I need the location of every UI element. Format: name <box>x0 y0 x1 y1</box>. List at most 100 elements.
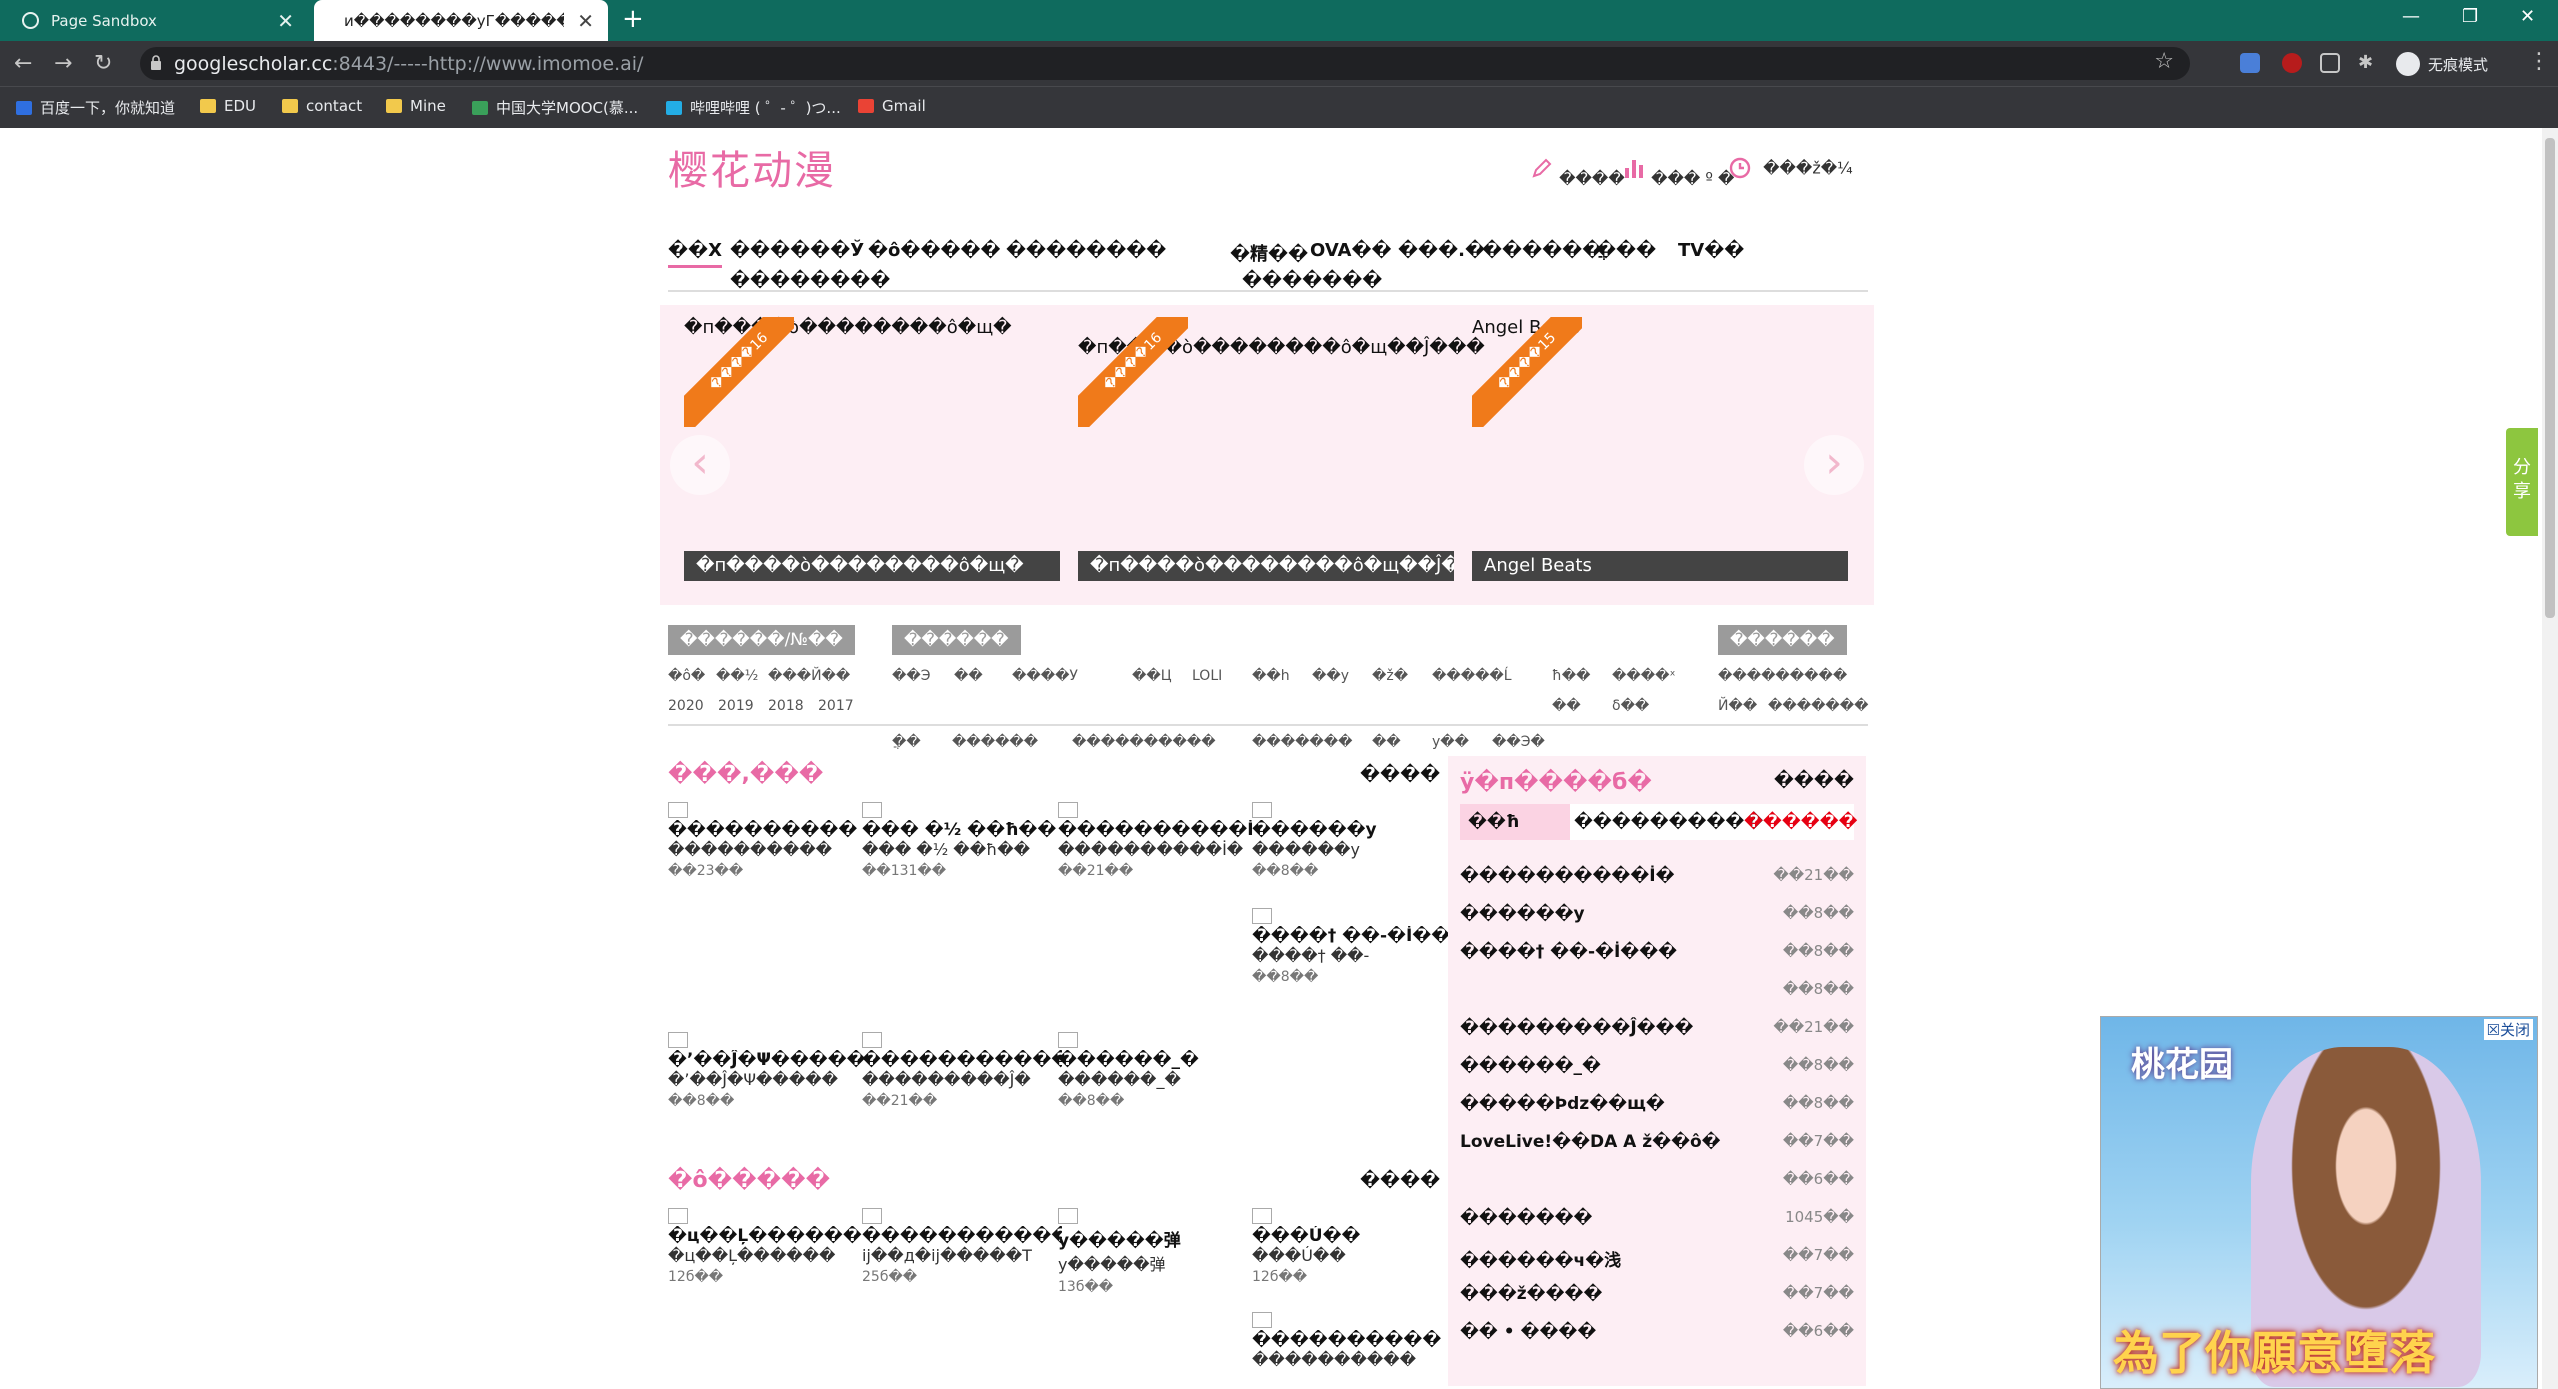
ranking-row[interactable]: ����† ��-�İ��� ��8�� <box>1460 942 1854 966</box>
filter-link[interactable]: ��у <box>1312 668 1349 684</box>
bookmark-bilibili[interactable]: 哔哩哔哩 ( ゜- ゜)つ... <box>666 97 841 118</box>
ranking-row[interactable]: ��6�� <box>1460 1170 1854 1194</box>
bookmark-mine[interactable]: Mine <box>386 97 446 115</box>
anime-card[interactable]: ������у ������у ��8�� <box>1252 802 1452 879</box>
url-text[interactable]: googlescholar.cc:8443/-----http://www.im… <box>174 53 643 75</box>
filter-link[interactable]: �� <box>954 668 983 684</box>
anime-card[interactable]: ����������İ� ����������İ� ��21�� <box>1058 802 1258 879</box>
nav-item[interactable]: �������� <box>730 270 890 291</box>
top-link-ranking[interactable]: ��� º � <box>1622 156 1734 188</box>
page-scrollbar[interactable] <box>2542 128 2558 1389</box>
filter-year-link[interactable]: 2019 <box>718 698 754 714</box>
omnibox[interactable]: googlescholar.cc:8443/-----http://www.im… <box>140 47 2190 80</box>
ranking-tab[interactable]: ������ <box>1744 812 1858 832</box>
bookmark-mooc[interactable]: 中国大学MOOC(慕... <box>472 97 638 118</box>
ranking-row[interactable]: ������� 1045�� <box>1460 1208 1854 1232</box>
scrollbar-thumb[interactable] <box>2545 138 2555 618</box>
anime-card[interactable]: ������������� ���������Ĵ� ��21�� <box>862 1032 1062 1109</box>
anime-card[interactable]: ���Ú�� ���Ú�� 12б�� <box>1252 1208 1452 1285</box>
filter-link[interactable]: �����Ĺ <box>1432 668 1512 684</box>
filter-link[interactable]: �ô� <box>668 668 705 684</box>
back-arrow-icon[interactable]: ← <box>14 51 32 76</box>
ranking-row[interactable]: ��8�� <box>1460 980 1854 1004</box>
reload-icon[interactable]: ↻ <box>94 51 112 76</box>
ranking-row[interactable]: ���ž���� ��7�� <box>1460 1284 1854 1308</box>
site-logo[interactable]: 樱花动漫 <box>668 138 836 196</box>
filter-link[interactable]: ����ˣ <box>1612 668 1676 684</box>
nav-item[interactable]: �������� <box>1006 240 1166 261</box>
filter-link[interactable]: ħ�� <box>1552 668 1590 684</box>
carousel-next-arrow-icon[interactable]: › <box>1804 435 1864 495</box>
new-tab-plus-icon[interactable]: + <box>622 4 644 34</box>
filter-link[interactable]: LOLI <box>1192 668 1222 684</box>
bookmark-gmail[interactable]: Gmail <box>858 97 926 115</box>
carousel-slide[interactable]: �п����ò��������ô�щ� ����16 �п����ò������… <box>684 317 1060 581</box>
nav-item[interactable]: OVA�� <box>1310 240 1392 261</box>
nav-item[interactable]: �ֲ�� <box>1596 240 1656 261</box>
screen-extension-icon[interactable] <box>2320 53 2340 73</box>
bookmark-edu[interactable]: EDU <box>200 97 256 115</box>
nav-item[interactable]: �ô����� <box>868 240 1001 261</box>
filter-link[interactable]: ����У <box>1012 668 1078 684</box>
filter-year-link[interactable]: 2017 <box>818 698 854 714</box>
ranking-row[interactable]: ����������İ� ��21�� <box>1460 866 1854 890</box>
filter-link[interactable]: ��Э� <box>1492 734 1545 750</box>
anime-card[interactable]: ������_� ������_� ��8�� <box>1058 1032 1258 1109</box>
ranking-row[interactable]: ������ч�浅 ��7�� <box>1460 1246 1854 1271</box>
ublock-extension-icon[interactable] <box>2282 53 2302 73</box>
filter-link[interactable]: Й�� <box>1718 698 1757 714</box>
anime-card[interactable]: �’��Ĵ�Ψ����� �’��Ĵ�Ψ����� ��8�� <box>668 1032 868 1109</box>
filter-link[interactable]: у�� <box>1432 734 1469 750</box>
ranking-tab[interactable]: ���������� <box>1574 812 1763 832</box>
puzzle-extensions-icon[interactable]: ✱ <box>2358 53 2378 73</box>
filter-link[interactable]: ���������� <box>1072 734 1216 750</box>
carousel-prev-arrow-icon[interactable]: ‹ <box>670 435 730 495</box>
share-button[interactable]: 分享 <box>2506 428 2538 536</box>
filter-link[interactable]: δ�� <box>1612 698 1649 714</box>
nav-item[interactable]: ������Ў <box>730 240 864 261</box>
top-link-history[interactable]: ���ž�¼ <box>1728 156 1853 180</box>
nav-item[interactable]: ������� <box>1242 270 1382 291</box>
section-more-link[interactable]: ���� <box>1360 764 1440 785</box>
tab-page-sandbox[interactable]: Page Sandbox ✕ <box>0 0 308 41</box>
close-icon[interactable]: ✕ <box>277 9 294 33</box>
filter-link[interactable]: ������ <box>952 734 1038 750</box>
anime-card[interactable]: �������������� ĳ��д�ĳ�����Т 25б�� <box>862 1208 1062 1285</box>
anime-card[interactable]: ���������� ���������� ��23�� <box>668 802 868 879</box>
popup-ad[interactable]: 桃花园 為了你願意墮落 ☒关闭 <box>2100 1016 2538 1389</box>
nav-item[interactable]: ������ <box>1482 240 1602 261</box>
restore-icon[interactable]: ❐ <box>2462 6 2478 27</box>
ranking-row[interactable]: �����Þǳ��щ� ��8�� <box>1460 1094 1854 1118</box>
ad-close-button[interactable]: ☒关闭 <box>2483 1019 2533 1040</box>
forward-arrow-icon[interactable]: → <box>54 51 72 76</box>
ranking-row[interactable]: �� • ���� ��6�� <box>1460 1322 1854 1346</box>
filter-link[interactable]: ������� <box>1252 734 1353 750</box>
bookmark-contact[interactable]: contact <box>282 97 362 115</box>
ranking-row[interactable]: ���������Ĵ��� ��21�� <box>1460 1018 1854 1042</box>
nav-item[interactable]: ���.� <box>1398 240 1485 261</box>
filter-link[interactable]: ��Ц <box>1132 668 1172 684</box>
bookmark-baidu[interactable]: 百度一下，你就知道 <box>16 97 175 118</box>
anime-card[interactable]: у�����弹 у�����弹 13б�� <box>1058 1208 1258 1295</box>
translate-extension-icon[interactable] <box>2240 53 2260 73</box>
carousel-slide[interactable]: �п����ò��������ô�щ��Ĵ��� ����16 �п����ò�… <box>1078 317 1485 581</box>
section-more-link[interactable]: ���� <box>1360 1170 1440 1191</box>
filter-year-link[interactable]: 2020 <box>668 698 704 714</box>
filter-link[interactable]: ������� <box>1768 698 1869 714</box>
window-close-icon[interactable]: ✕ <box>2520 6 2535 27</box>
incognito-indicator[interactable]: 无痕模式 <box>2396 52 2488 76</box>
filter-link[interactable]: �� <box>1552 698 1581 714</box>
filter-link[interactable]: �ֲ� <box>892 734 921 750</box>
nav-item[interactable]: ��Х <box>668 240 722 268</box>
filter-link[interactable]: ��Э <box>892 668 931 684</box>
top-link-feedback[interactable]: ���� <box>1530 156 1625 188</box>
carousel-slide[interactable]: Angel Beats ����15 Angel Beats <box>1472 317 1848 581</box>
filter-link[interactable]: ��������� <box>1718 668 1847 684</box>
ranking-more-link[interactable]: ���� <box>1774 770 1854 791</box>
filter-link[interactable]: ���Й�� <box>768 668 850 684</box>
tab-imomoe[interactable]: и��������уГ������ ✕ <box>314 0 608 41</box>
anime-card[interactable]: ���������� ���������� <box>1252 1312 1452 1369</box>
filter-link[interactable]: ��һ <box>1252 668 1290 684</box>
ranking-tab[interactable]: ��ħ <box>1460 804 1570 840</box>
close-icon[interactable]: ✕ <box>577 9 594 33</box>
